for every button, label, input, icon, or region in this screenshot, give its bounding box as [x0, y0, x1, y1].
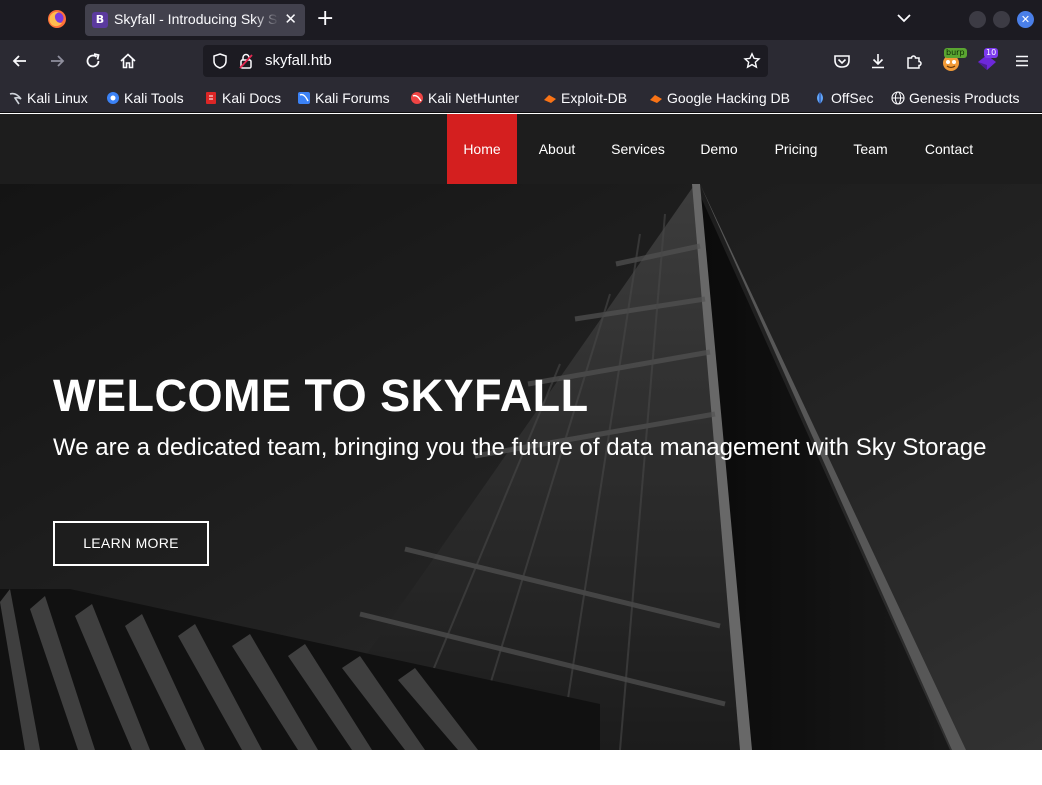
bootstrap-favicon-icon: B — [92, 12, 108, 28]
navigation-toolbar: skyfall.htb burp 10 — [0, 40, 1042, 82]
nav-services[interactable]: Services — [602, 114, 674, 184]
bookmark-star-icon[interactable] — [743, 52, 761, 70]
burp-badge: burp — [944, 48, 967, 58]
nav-team[interactable]: Team — [843, 114, 898, 184]
exploit-db-icon — [544, 95, 556, 103]
hero-title: WELCOME TO SKYFALL — [53, 370, 589, 421]
tab-title: Skyfall - Introducing Sky Storage — [114, 11, 279, 27]
hero-section: WELCOME TO SKYFALL We are a dedicated te… — [0, 184, 1042, 750]
kali-tools-icon — [107, 92, 119, 104]
globe-icon — [891, 91, 905, 105]
building-background-image — [0, 184, 1042, 750]
learn-more-button[interactable]: LEARN MORE — [53, 521, 209, 566]
nav-about[interactable]: About — [527, 114, 587, 184]
bookmark-kali-forums[interactable]: Kali Forums — [297, 89, 390, 107]
bookmark-offsec[interactable]: OffSec — [813, 89, 874, 107]
bookmark-kali-tools[interactable]: Kali Tools — [106, 89, 184, 107]
chevron-down-icon[interactable] — [894, 8, 914, 28]
offsec-icon — [817, 92, 823, 104]
nav-home[interactable]: Home — [447, 114, 517, 184]
close-tab-icon[interactable]: ✕ — [284, 8, 297, 30]
shield-icon[interactable] — [211, 52, 229, 70]
kali-nethunter-icon — [411, 92, 423, 104]
extensions-puzzle-icon[interactable] — [904, 51, 924, 71]
counter-badge: 10 — [984, 48, 999, 58]
kali-linux-icon — [9, 92, 22, 105]
address-bar[interactable]: skyfall.htb — [203, 45, 768, 77]
forward-arrow-icon[interactable] — [47, 51, 67, 71]
kali-forums-icon — [298, 92, 310, 104]
tab-bar: B Skyfall - Introducing Sky Storage ✕ + … — [0, 0, 1042, 40]
minimize-window-button[interactable] — [969, 11, 986, 28]
kali-docs-icon — [206, 92, 216, 104]
google-hacking-db-icon — [650, 95, 662, 103]
back-arrow-icon[interactable] — [10, 51, 30, 71]
hamburger-menu-icon[interactable] — [1012, 51, 1032, 71]
hero-subtitle: We are a dedicated team, bringing you th… — [53, 434, 987, 461]
bookmark-kali-linux[interactable]: Kali Linux — [9, 89, 88, 107]
active-tab[interactable]: B Skyfall - Introducing Sky Storage ✕ — [85, 4, 305, 36]
purple-extension-icon[interactable]: 10 — [976, 48, 1000, 74]
new-tab-icon[interactable]: + — [316, 6, 334, 32]
nav-contact[interactable]: Contact — [914, 114, 984, 184]
bookmark-kali-nethunter[interactable]: Kali NetHunter — [410, 89, 519, 107]
pocket-icon[interactable] — [832, 51, 852, 71]
bookmarks-toolbar: Kali Linux Kali Tools Kali Docs Kali For… — [0, 82, 1042, 113]
page-content-below-hero — [0, 750, 1042, 785]
bookmark-genesis-products[interactable]: Genesis Products — [891, 89, 1020, 107]
bookmark-google-hacking-db[interactable]: Google Hacking DB — [649, 89, 790, 107]
burp-extension-icon[interactable]: burp — [940, 48, 967, 74]
downloads-icon[interactable] — [868, 51, 888, 71]
bookmark-kali-docs[interactable]: Kali Docs — [204, 89, 281, 107]
close-window-button[interactable]: ✕ — [1017, 11, 1034, 28]
bookmark-exploit-db[interactable]: Exploit-DB — [543, 89, 627, 107]
site-navbar: Home About Services Demo Pricing Team Co… — [0, 114, 1042, 184]
nav-demo[interactable]: Demo — [690, 114, 748, 184]
url-text[interactable]: skyfall.htb — [265, 52, 332, 69]
home-icon[interactable] — [118, 51, 138, 71]
nav-pricing[interactable]: Pricing — [764, 114, 828, 184]
firefox-icon[interactable] — [47, 9, 67, 29]
maximize-window-button[interactable] — [993, 11, 1010, 28]
insecure-lock-icon[interactable] — [238, 52, 254, 70]
reload-icon[interactable] — [83, 51, 103, 71]
